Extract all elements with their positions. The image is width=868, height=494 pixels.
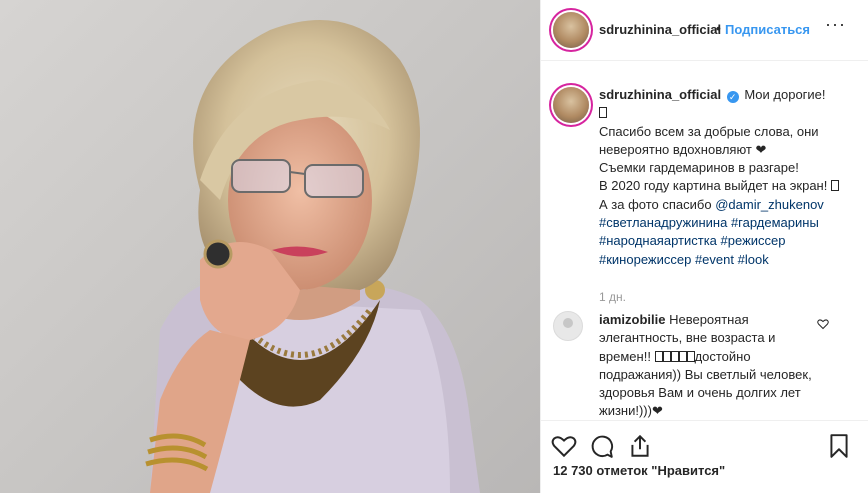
commenter-username[interactable]: iamizobilie: [599, 312, 665, 327]
emoji-placeholder-icon: [599, 107, 607, 119]
author-avatar[interactable]: [553, 12, 589, 48]
caption-line: А за фото спасибо: [599, 196, 712, 212]
post-photo[interactable]: [0, 0, 540, 493]
hashtag-link[interactable]: #event: [695, 252, 734, 267]
emoji-placeholder-icon: [670, 350, 679, 362]
hashtag-link[interactable]: #народнаяартистка: [599, 233, 717, 248]
emoji-placeholder-icon: [686, 350, 695, 362]
emoji-placeholder-icon: [830, 180, 839, 192]
caption-username[interactable]: sdruzhinina_official: [599, 87, 721, 102]
caption-line: Спасибо всем за добрые слова, они неверо…: [599, 123, 819, 157]
caption-line: Съемки гардемаринов в разгаре!: [599, 160, 799, 176]
hashtag-link[interactable]: #режиссер: [721, 233, 786, 248]
verified-badge-icon: ✓: [726, 91, 739, 103]
follow-button[interactable]: Подписаться: [725, 22, 810, 37]
emoji-placeholder-icon: [654, 350, 663, 362]
portrait-image: [145, 20, 480, 493]
post-timestamp[interactable]: 1 дн.: [599, 290, 626, 304]
hashtag-link[interactable]: #look: [738, 252, 769, 267]
action-bar: 12 730 отметок "Нравится": [541, 420, 868, 494]
hashtag-link[interactable]: #гардемарины: [731, 215, 819, 230]
heart-icon[interactable]: [551, 433, 577, 459]
share-icon[interactable]: [627, 433, 653, 459]
emoji-placeholder-icon: [662, 350, 671, 362]
caption-line: В 2020 году картина выйдет на экран!: [599, 178, 828, 194]
comment: iamizobilie Невероятная элегантность, вн…: [599, 311, 824, 421]
comment-like-heart-icon[interactable]: [817, 318, 829, 330]
post-header: sdruzhinina_official • Подписаться ···: [541, 0, 868, 61]
hashtag-link[interactable]: #кинорежиссер: [599, 252, 691, 267]
more-icon[interactable]: ···: [825, 14, 846, 35]
comment-icon[interactable]: [589, 433, 615, 459]
separator-dot: •: [716, 20, 721, 36]
caption-line: Мои дорогие!: [744, 87, 826, 102]
likes-count[interactable]: 12 730 отметок "Нравится": [553, 463, 725, 478]
bookmark-icon[interactable]: [826, 433, 852, 459]
caption: sdruzhinina_official ✓ Мои дорогие! Спас…: [599, 86, 861, 269]
author-username[interactable]: sdruzhinina_official: [599, 22, 721, 37]
commenter-avatar[interactable]: [553, 311, 583, 341]
mention-link[interactable]: @damir_zhukenov: [715, 197, 824, 212]
caption-avatar[interactable]: [553, 87, 589, 123]
instagram-post: sdruzhinina_official • Подписаться ··· s…: [0, 0, 868, 493]
emoji-placeholder-icon: [678, 350, 687, 362]
post-sidebar: sdruzhinina_official • Подписаться ··· s…: [541, 0, 868, 493]
hashtag-link[interactable]: #светланадружинина: [599, 215, 727, 230]
